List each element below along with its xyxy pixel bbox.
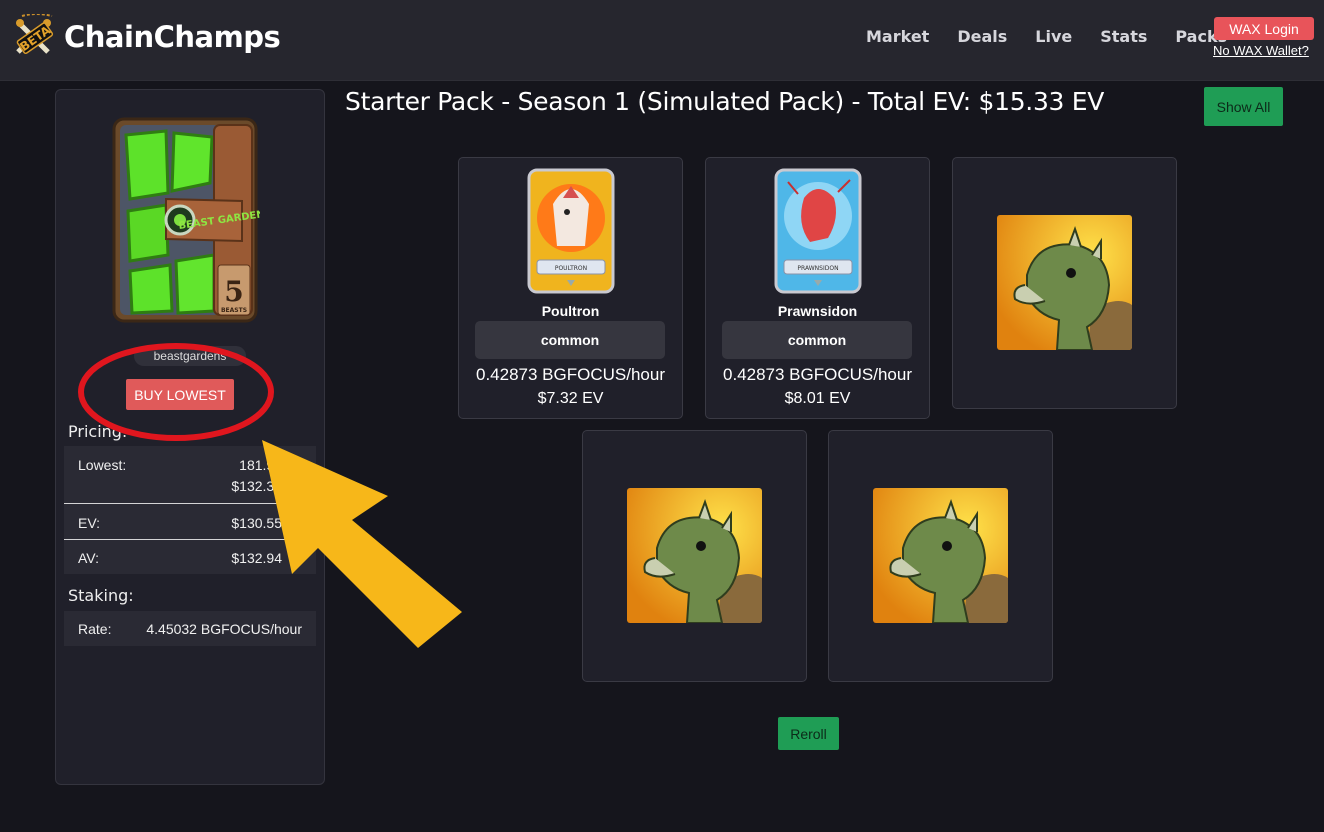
av-label: AV: xyxy=(78,550,100,566)
card-rate: 0.42873 BGFOCUS/hour xyxy=(723,365,912,384)
pack-image: BEAST GARDEN 5 BEASTS xyxy=(110,115,265,325)
brand-name: ChainChamps xyxy=(64,20,281,54)
lowest-value-usd: $132.34 xyxy=(231,478,282,494)
pricing-heading: Pricing: xyxy=(68,422,128,441)
dino-placeholder-image xyxy=(997,215,1132,350)
page-title: Starter Pack - Season 1 (Simulated Pack)… xyxy=(345,87,1105,116)
av-row: AV: $132.94 i xyxy=(64,540,316,574)
reroll-button[interactable]: Reroll xyxy=(778,717,839,750)
ev-info-icon[interactable]: i xyxy=(289,517,302,530)
card-art-label: PRAWNSIDON xyxy=(797,265,838,272)
lowest-label: Lowest: xyxy=(78,457,127,473)
card-art-poultron: POULTRON xyxy=(527,168,615,294)
rate-label: Rate: xyxy=(78,621,112,637)
rarity-badge: common xyxy=(475,321,665,359)
pack-count-sub: BEASTS xyxy=(221,307,247,314)
ev-value: $130.55 xyxy=(231,515,282,531)
card-name: Poultron xyxy=(541,303,600,319)
no-wax-wallet-link[interactable]: No WAX Wallet? xyxy=(1213,43,1309,58)
rarity-badge: common xyxy=(722,321,912,359)
card-unrevealed[interactable] xyxy=(828,430,1053,682)
collection-badge[interactable]: beastgardens xyxy=(134,346,246,366)
nav-link-market[interactable]: Market xyxy=(866,27,929,46)
lowest-value-wax: 181.90 xyxy=(239,457,282,473)
brand[interactable]: BETA ChainChamps xyxy=(12,13,281,60)
top-navbar: BETA ChainChamps Market Deals Live Stats… xyxy=(0,0,1324,81)
dino-placeholder-image xyxy=(873,488,1008,623)
card-ev: $8.01 EV xyxy=(784,390,851,407)
card-rate: 0.42873 BGFOCUS/hour xyxy=(476,365,665,384)
pricing-table: Lowest: 181.90 $132.34 EV: $130.55 i AV:… xyxy=(64,446,316,574)
dino-placeholder-image xyxy=(627,488,762,623)
av-info-icon[interactable]: i xyxy=(289,552,302,565)
card-name: Prawnsidon xyxy=(777,303,858,319)
pack-detail-panel: BEAST GARDEN 5 BEASTS beastgardens BUY L… xyxy=(55,89,325,785)
rate-row: Rate: 4.45032 BGFOCUS/hour xyxy=(64,611,316,646)
card-art-label: POULTRON xyxy=(555,265,587,272)
card-art-prawnsidon: PRAWNSIDON xyxy=(774,168,862,294)
av-value: $132.94 xyxy=(231,550,282,566)
card-unrevealed[interactable] xyxy=(952,157,1177,409)
beta-logo-icon: BETA xyxy=(12,13,62,60)
pack-count-text: 5 xyxy=(224,275,243,308)
card-poultron[interactable]: POULTRON Poultron common 0.42873 BGFOCUS… xyxy=(458,157,683,419)
nav-links: Market Deals Live Stats Packs xyxy=(866,27,1255,46)
ev-row: EV: $130.55 i xyxy=(64,504,316,539)
rate-value: 4.45032 BGFOCUS/hour xyxy=(146,621,302,637)
nav-link-stats[interactable]: Stats xyxy=(1100,27,1147,46)
nav-link-deals[interactable]: Deals xyxy=(957,27,1007,46)
card-prawnsidon[interactable]: PRAWNSIDON Prawnsidon common 0.42873 BGF… xyxy=(705,157,930,419)
nav-link-live[interactable]: Live xyxy=(1035,27,1072,46)
card-ev: $7.32 EV xyxy=(537,390,604,407)
card-unrevealed[interactable] xyxy=(582,430,807,682)
ev-label: EV: xyxy=(78,515,101,531)
staking-table: Rate: 4.45032 BGFOCUS/hour xyxy=(64,611,316,646)
lowest-row: Lowest: 181.90 $132.34 xyxy=(64,446,316,504)
buy-lowest-button[interactable]: BUY LOWEST xyxy=(126,379,234,410)
wax-login-button[interactable]: WAX Login xyxy=(1214,17,1314,40)
show-all-button[interactable]: Show All xyxy=(1204,87,1283,126)
staking-heading: Staking: xyxy=(68,586,134,605)
